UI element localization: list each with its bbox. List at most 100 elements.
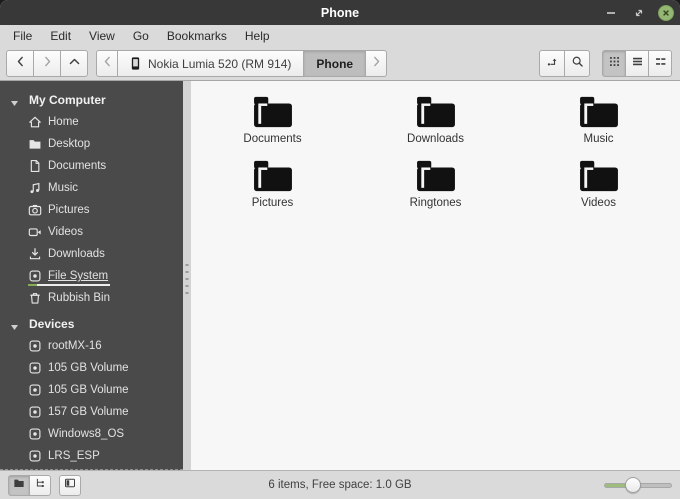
- status-text: 6 items, Free space: 1.0 GB: [268, 479, 412, 491]
- sidebar-item-windows8-os[interactable]: Windows8_OS: [0, 423, 183, 445]
- drive-icon: [28, 361, 42, 375]
- drive-icon: [28, 269, 42, 283]
- menu-view[interactable]: View: [80, 26, 124, 46]
- window-controls: [602, 4, 674, 22]
- sidebar-item-documents[interactable]: Documents: [0, 155, 183, 177]
- folder-label: Downloads: [407, 133, 464, 145]
- sidebar-item-file-system[interactable]: File System: [0, 265, 183, 287]
- list-view-button[interactable]: [625, 50, 649, 77]
- breadcrumb-scroll-left-button[interactable]: [96, 50, 118, 77]
- minimize-button[interactable]: [602, 4, 620, 22]
- hide-sidebar-button[interactable]: [59, 474, 81, 496]
- location-entry-icon: [546, 55, 559, 73]
- sidebar-toggle-icon: [64, 476, 76, 494]
- sidebar-section-my-computer[interactable]: My Computer: [0, 89, 183, 111]
- forward-button[interactable]: [33, 50, 61, 77]
- back-button[interactable]: [6, 50, 34, 77]
- up-button[interactable]: [60, 50, 88, 77]
- breadcrumb-scroll-right-button[interactable]: [365, 50, 388, 77]
- chevron-right-icon: [370, 55, 383, 73]
- sidebar-item-pictures[interactable]: Pictures: [0, 199, 183, 221]
- zoom-slider-handle[interactable]: [624, 477, 641, 493]
- chevron-right-icon: [41, 55, 54, 73]
- drive-icon: [28, 339, 42, 353]
- folder-label: Ringtones: [409, 197, 462, 209]
- menu-bookmarks[interactable]: Bookmarks: [158, 26, 236, 46]
- sidebar-item-105gb-volume-2[interactable]: 105 GB Volume: [0, 379, 183, 401]
- sidebar-item-label: Videos: [48, 226, 83, 238]
- folder-music[interactable]: Music: [517, 94, 680, 145]
- breadcrumb-device[interactable]: Nokia Lumia 520 (RM 914): [117, 50, 305, 77]
- folder-videos[interactable]: Videos: [517, 158, 680, 209]
- breadcrumb-current-label: Phone: [316, 56, 354, 71]
- chevron-left-icon: [101, 55, 114, 73]
- sidebar-item-lrs-esp[interactable]: LRS_ESP: [0, 445, 183, 467]
- sidebar-item-label: Desktop: [48, 138, 91, 150]
- sidebar-item-downloads[interactable]: Downloads: [0, 243, 183, 265]
- sidebar-section-title: Devices: [29, 317, 75, 331]
- folder-label: Videos: [581, 197, 616, 209]
- drive-icon: [28, 383, 42, 397]
- menu-go[interactable]: Go: [124, 26, 158, 46]
- show-places-button[interactable]: [8, 474, 30, 496]
- folder-label: Music: [583, 133, 614, 145]
- menu-help[interactable]: Help: [236, 26, 279, 46]
- sidebar-item-label: Documents: [48, 160, 107, 172]
- sidebar-item-label: Downloads: [48, 248, 105, 260]
- menu-file[interactable]: File: [4, 26, 41, 46]
- drive-icon: [28, 405, 42, 419]
- file-manager-window: Phone File Edit View Go Bookmarks Help N…: [0, 0, 680, 499]
- folder-icon: [252, 94, 294, 130]
- sidebar-item-label: 157 GB Volume: [48, 406, 129, 418]
- show-treeview-button[interactable]: [29, 474, 51, 496]
- download-icon: [28, 247, 42, 261]
- view-toggle-group: [602, 50, 672, 77]
- music-icon: [28, 181, 42, 195]
- chevron-up-icon: [68, 55, 81, 73]
- chevron-left-icon: [14, 55, 27, 73]
- pane-separator[interactable]: [183, 81, 191, 470]
- icon-view-button[interactable]: [602, 50, 626, 77]
- sidebar-item-157gb-volume[interactable]: 157 GB Volume: [0, 401, 183, 423]
- toggle-location-entry-button[interactable]: [539, 50, 565, 77]
- folder-ringtones[interactable]: Ringtones: [354, 158, 517, 209]
- restore-button[interactable]: [630, 4, 648, 22]
- expander-triangle-icon: [10, 320, 19, 330]
- zoom-slider[interactable]: [604, 477, 672, 493]
- window-title: Phone: [320, 5, 360, 20]
- sidebar-item-rootmx-16[interactable]: rootMX-16: [0, 335, 183, 357]
- trash-icon: [28, 291, 42, 305]
- disk-usage-bar: [28, 284, 110, 286]
- search-button[interactable]: [564, 50, 590, 77]
- folder-label: Pictures: [251, 197, 294, 209]
- drive-icon: [28, 449, 42, 463]
- menu-edit[interactable]: Edit: [41, 26, 80, 46]
- sidebar-item-label: Pictures: [48, 204, 90, 216]
- folder-icon: [415, 158, 457, 194]
- folder-documents[interactable]: Documents: [191, 94, 354, 145]
- toolbar: Nokia Lumia 520 (RM 914) Phone: [0, 47, 680, 81]
- folder-icon: [28, 137, 42, 151]
- sidebar-item-videos[interactable]: Videos: [0, 221, 183, 243]
- sidebar-section-devices[interactable]: Devices: [0, 313, 183, 335]
- folder-pictures[interactable]: Pictures: [191, 158, 354, 209]
- titlebar: Phone: [0, 0, 680, 25]
- folder-downloads[interactable]: Downloads: [354, 94, 517, 145]
- sidebar-item-105gb-volume-1[interactable]: 105 GB Volume: [0, 357, 183, 379]
- close-button[interactable]: [658, 4, 674, 21]
- sidebar-item-music[interactable]: Music: [0, 177, 183, 199]
- places-folder-icon: [13, 476, 25, 494]
- grid-view-icon: [608, 55, 621, 73]
- location-search-group: [539, 50, 590, 77]
- breadcrumb-current[interactable]: Phone: [303, 50, 367, 77]
- sidebar-item-rubbish-bin[interactable]: Rubbish Bin: [0, 287, 183, 309]
- document-icon: [28, 159, 42, 173]
- sidebar-item-home[interactable]: Home: [0, 111, 183, 133]
- file-view[interactable]: Documents Downloads Music Pictures Ringt…: [191, 81, 680, 470]
- sidebar-item-label: File System: [48, 270, 109, 282]
- sidebar-item-label: LRS_ESP: [48, 450, 100, 462]
- compact-view-icon: [654, 55, 667, 73]
- sidebar-item-desktop[interactable]: Desktop: [0, 133, 183, 155]
- folder-icon: [578, 158, 620, 194]
- compact-view-button[interactable]: [648, 50, 672, 77]
